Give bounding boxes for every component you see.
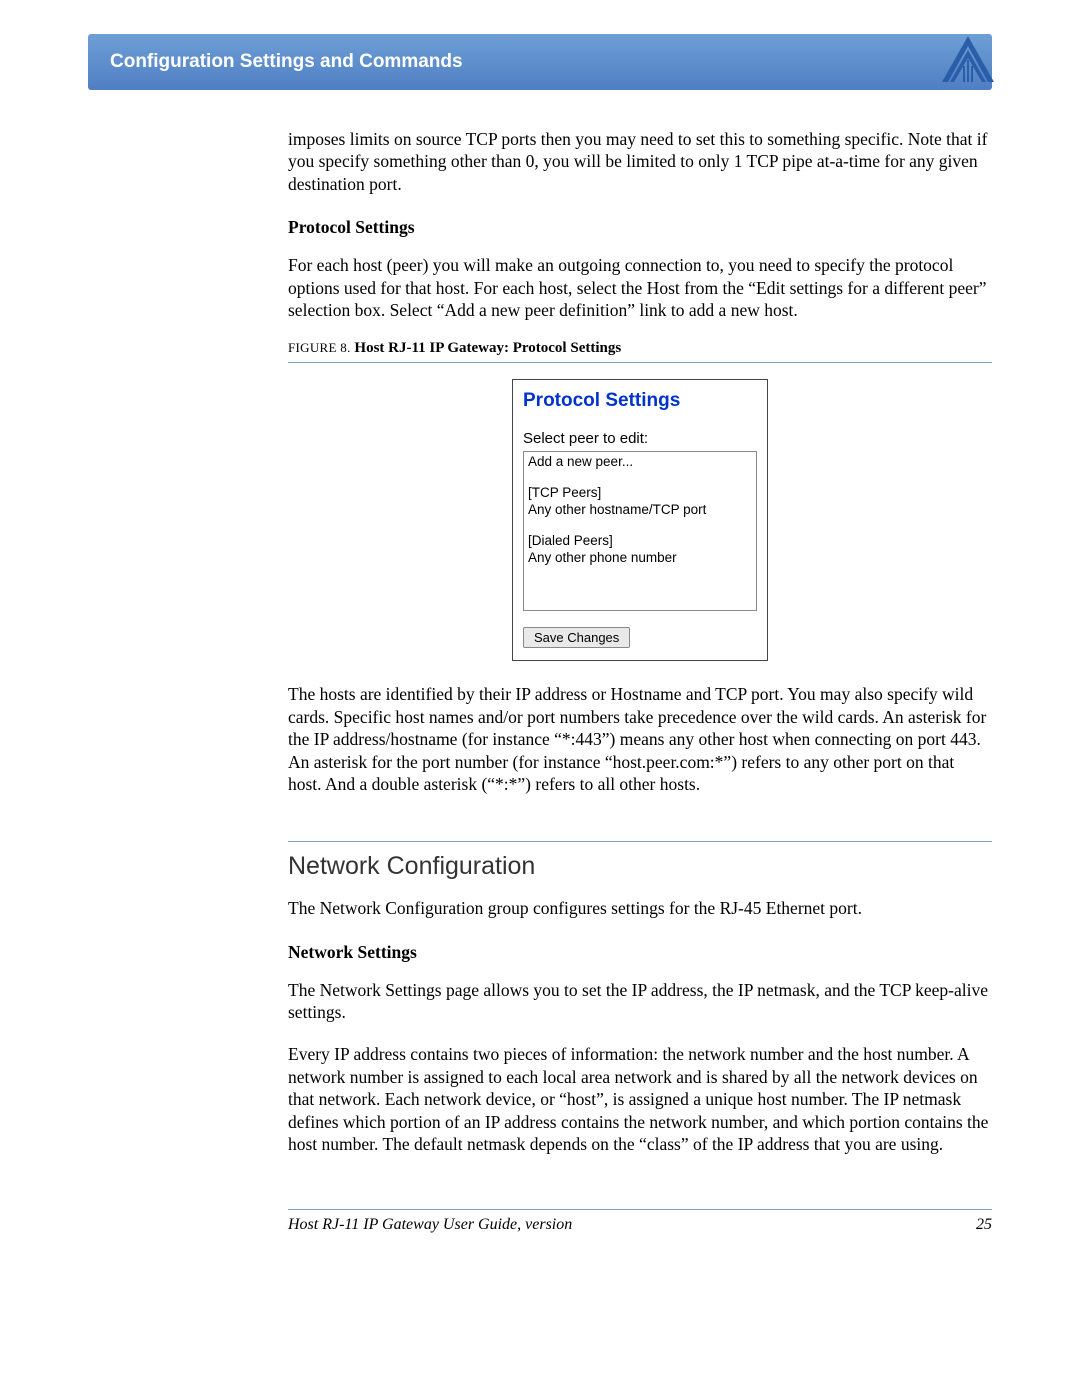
protocol-settings-heading: Protocol Settings xyxy=(288,217,992,238)
network-settings-para1: The Network Settings page allows you to … xyxy=(288,979,992,1024)
panel-title: Protocol Settings xyxy=(523,390,757,412)
figure-label: FIGURE 8. xyxy=(288,340,351,355)
page-footer: Host RJ-11 IP Gateway User Guide, versio… xyxy=(88,1209,992,1234)
select-peer-label: Select peer to edit: xyxy=(523,430,757,447)
chapter-title: Configuration Settings and Commands xyxy=(110,51,463,73)
list-group-header: [TCP Peers] xyxy=(528,485,752,502)
figure-caption: FIGURE 8. Host RJ-11 IP Gateway: Protoco… xyxy=(288,341,992,363)
peer-listbox[interactable]: Add a new peer... [TCP Peers] Any other … xyxy=(523,451,757,611)
protocol-settings-paragraph: For each host (peer) you will make an ou… xyxy=(288,254,992,321)
hosts-description-paragraph: The hosts are identified by their IP add… xyxy=(288,683,992,795)
list-group-header: [Dialed Peers] xyxy=(528,533,752,550)
chapter-header-band: Configuration Settings and Commands xyxy=(88,34,992,90)
footer-divider xyxy=(288,1209,992,1210)
list-item[interactable]: Any other hostname/TCP port xyxy=(528,502,752,519)
network-settings-para2: Every IP address contains two pieces of … xyxy=(288,1043,992,1155)
figure-title: Host RJ-11 IP Gateway: Protocol Settings xyxy=(354,340,621,356)
save-changes-button[interactable]: Save Changes xyxy=(523,627,630,648)
intro-paragraph: imposes limits on source TCP ports then … xyxy=(288,128,992,195)
figure-wrapper: Protocol Settings Select peer to edit: A… xyxy=(288,379,992,661)
list-spacer xyxy=(528,471,752,485)
footer-text: Host RJ-11 IP Gateway User Guide, versio… xyxy=(288,1216,572,1234)
page: Configuration Settings and Commands impo… xyxy=(0,0,1080,1274)
list-item[interactable]: Add a new peer... xyxy=(528,454,752,471)
list-item[interactable]: Any other phone number xyxy=(528,550,752,567)
network-config-intro: The Network Configuration group configur… xyxy=(288,897,992,919)
list-spacer xyxy=(528,519,752,533)
section-divider xyxy=(288,841,992,842)
content-area: imposes limits on source TCP ports then … xyxy=(88,90,992,1155)
protocol-settings-panel: Protocol Settings Select peer to edit: A… xyxy=(512,379,768,661)
triangle-logo-icon xyxy=(938,30,998,90)
page-number: 25 xyxy=(976,1216,992,1234)
network-configuration-title: Network Configuration xyxy=(288,852,992,881)
network-settings-heading: Network Settings xyxy=(288,942,992,963)
